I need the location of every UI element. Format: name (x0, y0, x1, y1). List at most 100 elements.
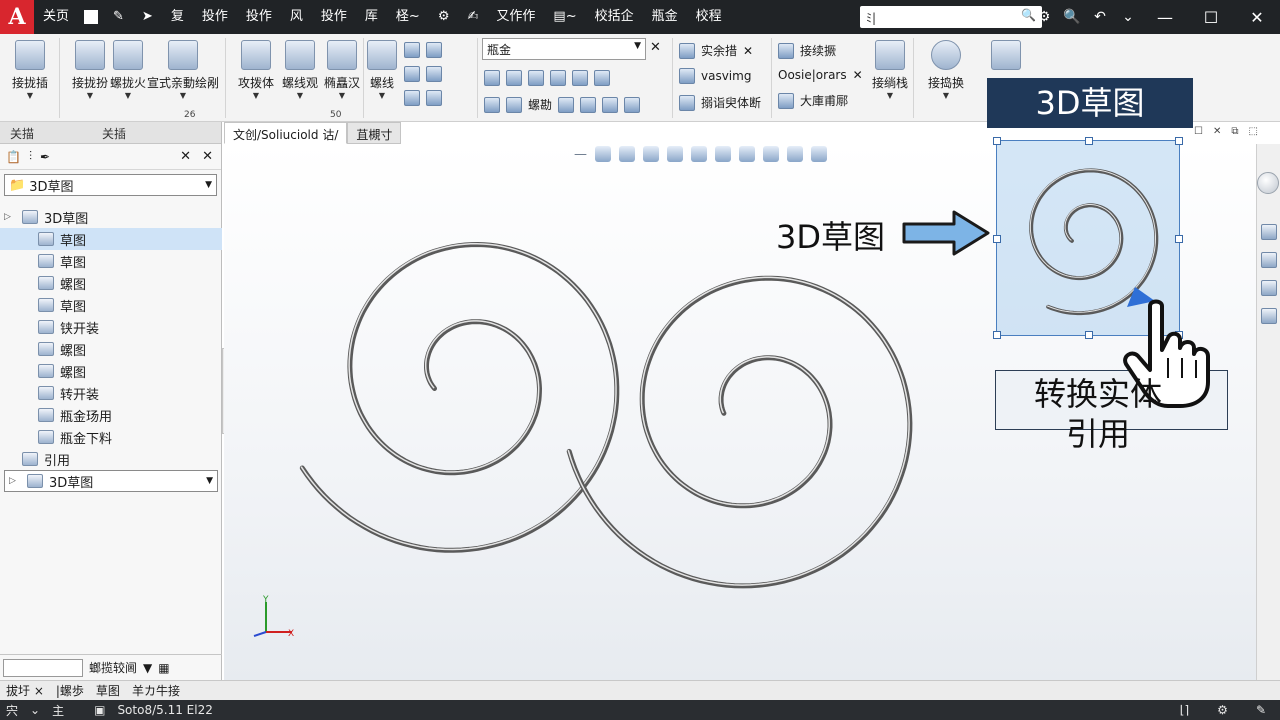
chevron-down-icon[interactable]: ▼ (143, 661, 152, 675)
spline-icon[interactable] (404, 66, 420, 82)
close-icon[interactable]: ✕ (1213, 126, 1221, 137)
tool-row[interactable] (404, 66, 442, 82)
tool-row[interactable]: vasvimg (679, 68, 751, 84)
pen-icon[interactable]: ✍ (458, 0, 487, 34)
search-input[interactable]: ﾐ| 🔍 (860, 6, 1042, 28)
brush-icon[interactable] (624, 96, 641, 113)
line-icon[interactable] (404, 42, 420, 58)
new-doc-icon[interactable] (84, 10, 99, 24)
check-icon[interactable] (580, 96, 597, 113)
tool-row[interactable] (404, 42, 442, 58)
library-icon[interactable] (1261, 252, 1277, 268)
tool-row[interactable]: Oosie|orars ✕ (778, 68, 863, 82)
forward-icon[interactable]: ➤ (133, 0, 162, 34)
zoom-icon[interactable]: 🔍 (1058, 9, 1086, 25)
menu-item[interactable]: 复 (162, 0, 193, 34)
close-icon[interactable]: ✕ (180, 149, 191, 164)
menu-item[interactable]: 瓶金 (643, 0, 687, 34)
ribbon-big-button[interactable]: 螺线 ▼ (362, 38, 402, 100)
view-knob[interactable] (1257, 172, 1279, 194)
display-icon[interactable]: ▦ (158, 661, 169, 675)
menu-item[interactable]: 校括企 (586, 0, 643, 34)
tool-row[interactable]: 大庫甫鄏 (778, 92, 848, 109)
trim-icon[interactable] (404, 90, 420, 106)
select-icon[interactable] (484, 70, 500, 86)
sketch-tool-icon[interactable]: ✎ (104, 0, 133, 34)
close-button[interactable]: ✕ (1234, 8, 1280, 27)
align-left-icon[interactable] (484, 96, 500, 113)
tree-item[interactable]: ▷ 3D草图 (0, 206, 222, 228)
panel-tab[interactable]: 关描 (0, 122, 92, 143)
maximize-button[interactable]: ☐ (1188, 8, 1234, 27)
options-icon[interactable]: ⚙ (429, 0, 459, 34)
undo-icon[interactable]: ↶ (1086, 9, 1114, 25)
palette-icon[interactable] (1261, 308, 1277, 324)
close-icon[interactable]: ✕ (743, 44, 753, 58)
chevron-down-icon[interactable]: ⌄ (1114, 9, 1142, 25)
tree-item[interactable]: 瓶金玚用 (0, 404, 222, 426)
tree-item[interactable]: 草图 (0, 228, 222, 250)
file-explorer-icon[interactable] (1261, 280, 1277, 296)
minimize-button[interactable]: — (1142, 8, 1188, 27)
camera-icon[interactable] (594, 70, 610, 86)
ribbon-big-button[interactable] (978, 38, 1034, 74)
resources-icon[interactable] (1261, 224, 1277, 240)
edit-icon[interactable]: ✎ (1250, 703, 1272, 717)
expand-icon[interactable]: ▷ (9, 476, 21, 486)
pin-icon[interactable]: ✒ (40, 150, 50, 164)
sheet-tab[interactable]: 羊カ牛接 (126, 682, 186, 699)
tool-row[interactable]: 接续撅 (778, 42, 836, 59)
table-icon[interactable] (550, 70, 566, 86)
ribbon-big-button[interactable]: 接捣换 ▼ (918, 38, 974, 100)
status-item[interactable]: 宍 (0, 702, 24, 719)
expand-icon[interactable]: ▷ (4, 212, 16, 222)
list-icon[interactable] (426, 90, 442, 106)
settings-icon[interactable]: ⚙ (1211, 703, 1234, 717)
delete-icon[interactable] (602, 96, 619, 113)
chevron-down-icon[interactable]: ⌄ (24, 703, 46, 717)
menu-item[interactable]: 厍 (356, 0, 387, 34)
filter-input[interactable] (3, 658, 83, 677)
doc-tab[interactable]: 文创/Soliuciold 诂/ (224, 122, 348, 144)
tree-item-3d-sketch[interactable]: ▷ 3D草图 ▼ (4, 470, 218, 492)
tree-item[interactable]: 草图 (0, 294, 222, 316)
menu-item[interactable]: 又作作 (487, 0, 544, 34)
sheet-tab[interactable]: |螺歩 (50, 682, 90, 699)
chart-icon[interactable] (572, 70, 588, 86)
panel-tab[interactable]: 关插 (92, 122, 184, 143)
tree-item[interactable]: 转开装 (0, 382, 222, 404)
settings-icon[interactable]: ⚙ (1030, 9, 1058, 25)
tool-row[interactable]: 螺勘 (484, 96, 641, 113)
doc-tab[interactable]: 苴槻寸 (347, 122, 402, 144)
menu-item[interactable]: 投作 (312, 0, 356, 34)
close-icon[interactable]: ✕ (650, 40, 661, 55)
tree-item[interactable]: 螺图 (0, 338, 222, 360)
align-center-icon[interactable] (506, 96, 522, 113)
tool-row[interactable] (404, 90, 442, 106)
sketch-dropdown[interactable]: 📁 3D草图 ▼ (4, 174, 217, 196)
status-item[interactable]: 主 (46, 702, 70, 719)
menu-item[interactable]: 校程 (687, 0, 731, 34)
ribbon-big-button[interactable]: 接拢插 ▼ (2, 38, 58, 100)
grid-icon[interactable] (506, 70, 522, 86)
filter-icon[interactable]: ⫶ (29, 149, 32, 164)
menu-item[interactable]: 投作 (237, 0, 281, 34)
format-icon[interactable] (558, 96, 575, 113)
feature-combo[interactable]: 瓶金 ▼ (482, 38, 646, 60)
app-logo[interactable]: A (0, 0, 34, 34)
menu-item[interactable]: 风 (281, 0, 312, 34)
rect-icon[interactable] (426, 42, 442, 58)
chevron-down-icon[interactable]: ▼ (206, 476, 213, 486)
clipboard-icon[interactable]: 📋 (6, 150, 21, 164)
tree-item[interactable]: 螺图 (0, 272, 222, 294)
tree-item[interactable]: 螺图 (0, 360, 222, 382)
sheet-tab[interactable]: 草图 (90, 682, 126, 699)
sheet-tab[interactable]: 拔圩 × (0, 682, 50, 699)
menu-item[interactable]: 柽~ (387, 0, 429, 34)
layout-icon[interactable]: ▤~ (544, 0, 585, 34)
arc-icon[interactable] (426, 66, 442, 82)
close-icon[interactable]: ✕ (853, 68, 863, 82)
menu-item[interactable]: 投作 (193, 0, 237, 34)
spiral-left[interactable] (299, 241, 620, 553)
view-combo[interactable]: 螂揽较阃 (89, 659, 137, 676)
